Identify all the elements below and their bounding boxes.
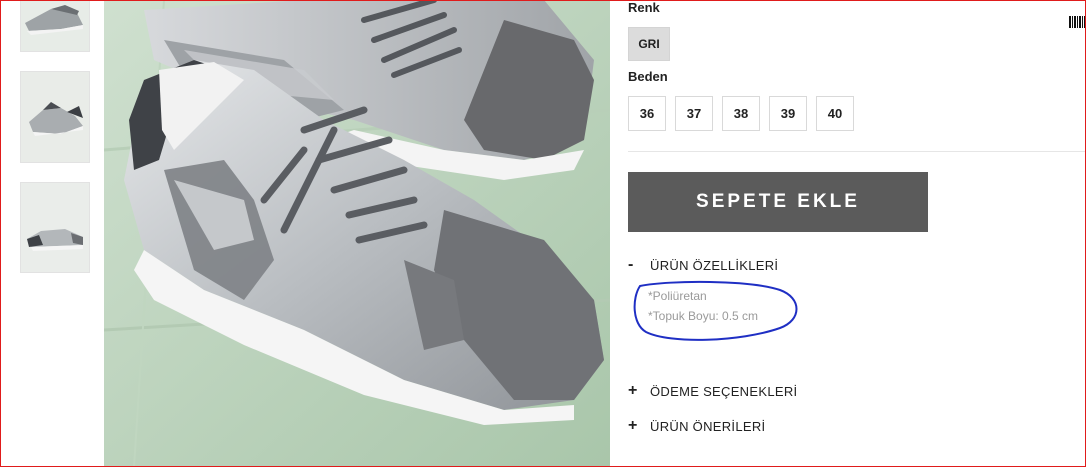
expand-icon: +: [628, 417, 638, 434]
accordion-product-features[interactable]: - ÜRÜN ÖZELLİKLERİ: [628, 256, 778, 274]
size-option-40[interactable]: 40: [816, 96, 854, 131]
size-option-38[interactable]: 38: [722, 96, 760, 131]
size-option-39[interactable]: 39: [769, 96, 807, 131]
accordion-title: ÖDEME SEÇENEKLERİ: [650, 383, 798, 399]
sneaker-photo: [104, 0, 610, 467]
gallery-thumbnail-2[interactable]: [20, 71, 90, 163]
size-options: 36 37 38 39 40: [628, 96, 854, 131]
color-option-grey[interactable]: GRI: [628, 27, 670, 61]
size-option-37[interactable]: 37: [675, 96, 713, 131]
barcode-icon: [1069, 16, 1085, 28]
expand-icon: +: [628, 382, 638, 399]
gallery-thumbnail-1[interactable]: [20, 0, 90, 52]
divider: [628, 151, 1086, 152]
collapse-icon: -: [628, 256, 634, 273]
color-label: Renk: [628, 0, 660, 15]
shoe-thumbnail-image: [21, 72, 89, 162]
add-to-cart-button[interactable]: SEPETE EKLE: [628, 172, 928, 232]
shoe-thumbnail-image: [21, 1, 89, 51]
main-product-image: [104, 0, 610, 467]
accordion-payment-options[interactable]: + ÖDEME SEÇENEKLERİ: [628, 382, 797, 400]
gallery-thumbnail-3[interactable]: [20, 182, 90, 273]
size-option-36[interactable]: 36: [628, 96, 666, 131]
shoe-thumbnail-image: [21, 183, 89, 272]
annotation-circle: [633, 280, 798, 341]
accordion-product-suggestions[interactable]: + ÜRÜN ÖNERİLERİ: [628, 417, 765, 435]
accordion-title: ÜRÜN ÖZELLİKLERİ: [650, 257, 779, 273]
accordion-title: ÜRÜN ÖNERİLERİ: [650, 418, 766, 434]
size-label: Beden: [628, 69, 668, 84]
